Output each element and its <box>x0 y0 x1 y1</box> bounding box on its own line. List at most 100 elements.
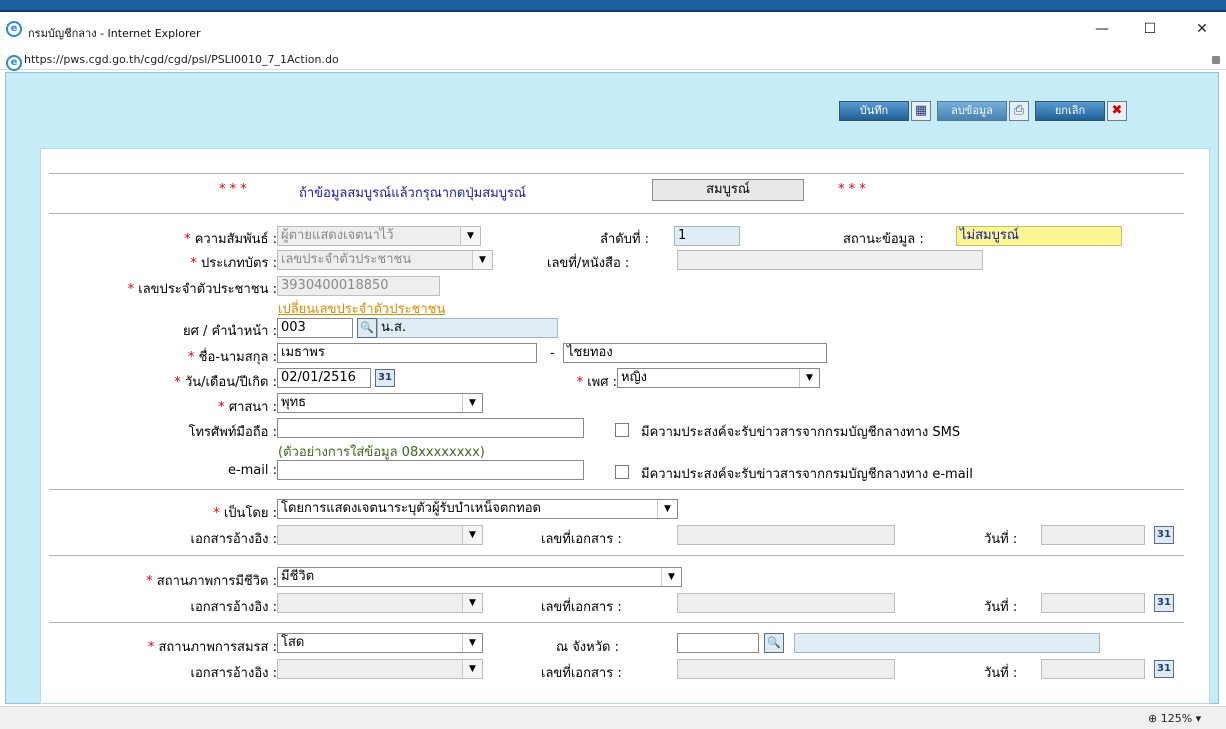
date-label: วันที่ : <box>984 666 1018 681</box>
status-field[interactable]: ไม่สมบูรณ์ <box>956 226 1122 246</box>
site-icon: e <box>6 55 22 71</box>
required-mark: * <box>218 400 225 415</box>
address-bar[interactable]: https://pws.cgd.go.th/cgd/cgd/psl/PSLI00… <box>0 48 1226 70</box>
sms-checkbox[interactable] <box>615 423 629 437</box>
province-name-field[interactable] <box>794 633 1100 653</box>
order-label: ลำดับที่ : <box>600 232 650 247</box>
doc-number-field[interactable] <box>677 659 895 679</box>
email-checkbox[interactable] <box>615 465 629 479</box>
gender-select[interactable]: หญิง ▼ <box>617 368 820 388</box>
life-status-select[interactable]: มีชีวิต ▼ <box>277 567 682 587</box>
phone-field[interactable] <box>277 418 584 438</box>
change-id-link[interactable]: เปลี่ยนเลขประจำตัวประชาชน <box>278 298 445 319</box>
province-code-field[interactable] <box>677 633 759 653</box>
province-label: ณ จังหวัด : <box>556 640 619 655</box>
zoom-value: 125% <box>1160 712 1193 725</box>
email-field[interactable] <box>277 460 584 480</box>
id-label: * เลขประจำตัวประชาชน : <box>60 278 277 299</box>
close-window-button[interactable]: ✕ <box>1180 14 1224 46</box>
chevron-down-icon: ▼ <box>462 526 482 544</box>
title-label: ยศ / คำนำหน้า : <box>183 324 277 339</box>
date-field[interactable] <box>1041 593 1145 613</box>
gender-label-text: เพศ : <box>587 375 617 390</box>
doc-number-field[interactable] <box>677 593 895 613</box>
search-icon[interactable]: 🔍 <box>357 318 377 338</box>
stars-left: * * * <box>219 182 247 197</box>
required-mark: * <box>147 640 155 655</box>
title-code-field[interactable]: 003 <box>277 318 353 338</box>
search-icon[interactable]: 🔍 <box>764 633 784 653</box>
card-type-label-text: ประเภทบัตร : <box>201 256 277 271</box>
dob-label-text: วัน/เดือน/ปีเกิด : <box>184 375 277 390</box>
url-text: https://pws.cgd.go.th/cgd/cgd/psl/PSLI00… <box>24 53 339 66</box>
religion-select[interactable]: พุทธ ▼ <box>277 393 483 413</box>
save-button[interactable]: บันทึก <box>839 101 909 121</box>
order-field[interactable]: 1 <box>674 226 740 246</box>
phone-label: โทรศัพท์มือถือ : <box>188 425 278 440</box>
close-icon[interactable]: ✖ <box>1107 101 1127 121</box>
ref-doc-select[interactable]: ▼ <box>277 593 483 613</box>
divider <box>49 173 1184 174</box>
religion-label-text: ศาสนา : <box>228 400 277 415</box>
calendar-icon[interactable]: 31 <box>1154 660 1174 678</box>
life-status-label-text: สถานภาพการมีชีวิต : <box>156 574 277 589</box>
dob-label: * วัน/เดือน/ปีเกิด : <box>60 371 277 392</box>
first-name-field[interactable]: เมธาพร <box>277 343 537 363</box>
calendar-icon[interactable]: 31 <box>1154 594 1174 612</box>
cancel-button[interactable]: ยกเลิก <box>1035 101 1105 121</box>
zoom-level[interactable]: ⊕ 125% ▾ <box>1148 712 1201 725</box>
chevron-down-icon: ▼ <box>472 251 492 269</box>
ref-doc-label: เอกสารอ้างอิง : <box>190 532 277 547</box>
maximize-button[interactable]: ☐ <box>1128 14 1172 46</box>
ref-doc-select[interactable]: ▼ <box>277 525 483 545</box>
relation-select[interactable]: ผู้ตายแสดงเจตนาไว้ ▼ <box>277 226 481 246</box>
doc-number-label: เลขที่เอกสาร : <box>541 600 622 615</box>
title-bar: กรมบัญชีกลาง - Internet Explorer <box>0 14 1226 48</box>
phone-hint: (ตัวอย่างการใส่ข้อมูล 08xxxxxxxx) <box>278 445 485 460</box>
dob-field[interactable]: 02/01/2516 <box>277 368 371 388</box>
last-name-field[interactable]: ไชยทอง <box>563 343 827 363</box>
calendar-icon[interactable]: 31 <box>1154 526 1174 544</box>
life-status-label: * สถานภาพการมีชีวิต : <box>60 570 277 591</box>
religion-label: * ศาสนา : <box>60 396 277 417</box>
title-value-field[interactable]: น.ส. <box>377 318 558 338</box>
ref-doc-select[interactable]: ▼ <box>277 659 483 679</box>
calendar-icon[interactable]: 31 <box>375 369 395 387</box>
date-field[interactable] <box>1041 525 1145 545</box>
religion-value: พุทธ <box>281 395 307 410</box>
chevron-down-icon: ▼ <box>462 660 482 678</box>
doc-number-label: เลขที่เอกสาร : <box>541 666 622 681</box>
by-label: * เป็นโดย : <box>60 502 277 523</box>
required-mark: * <box>174 375 181 390</box>
printer-icon[interactable]: ⎙ <box>1009 101 1029 121</box>
email-label: e-mail : <box>227 463 277 478</box>
floppy-disk-icon[interactable]: ▦ <box>911 101 931 121</box>
relation-label: * ความสัมพันธ์ : <box>60 228 277 249</box>
date-field[interactable] <box>1041 659 1145 679</box>
gender-value: หญิง <box>621 370 647 385</box>
doc-no-field[interactable] <box>677 250 983 270</box>
stars-right: * * * <box>838 182 866 197</box>
minimize-button[interactable]: — <box>1080 14 1124 46</box>
id-label-text: เลขประจำตัวประชาชน : <box>138 282 277 297</box>
chevron-down-icon: ▼ <box>462 634 482 652</box>
by-select[interactable]: โดยการแสดงเจตนาระบุตัวผู้รับบำเหน็จตกทอด… <box>277 499 678 519</box>
card-type-select[interactable]: เลขประจำตัวประชาชน ▼ <box>277 250 493 270</box>
chevron-down-icon: ▼ <box>462 394 482 412</box>
window-top-border <box>0 0 1226 12</box>
delete-button[interactable]: ลบข้อมูล <box>937 101 1007 121</box>
email-opt-label: มีความประสงค์จะรับข่าวสารจากกรมบัญชีกลาง… <box>641 467 973 482</box>
doc-number-field[interactable] <box>677 525 895 545</box>
notice-text: ถ้าข้อมูลสมบูรณ์แล้วกรุณากดปุ่มสมบูรณ์ <box>299 186 526 201</box>
complete-button[interactable]: สมบูรณ์ <box>652 179 804 201</box>
chevron-down-icon: ▼ <box>657 500 677 518</box>
zoom-icon: ⊕ <box>1148 712 1158 725</box>
marriage-status-label-text: สถานภาพการสมรส : <box>158 640 277 655</box>
by-value: โดยการแสดงเจตนาระบุตัวผู้รับบำเหน็จตกทอด <box>281 501 541 516</box>
marriage-status-select[interactable]: โสด ▼ <box>277 633 483 653</box>
chevron-down-icon: ▼ <box>460 227 480 245</box>
id-field[interactable]: 3930400018850 <box>277 276 440 296</box>
status-bar: ⊕ 125% ▾ <box>0 706 1226 729</box>
divider <box>49 555 1184 556</box>
relation-label-text: ความสัมพันธ์ : <box>194 232 277 247</box>
